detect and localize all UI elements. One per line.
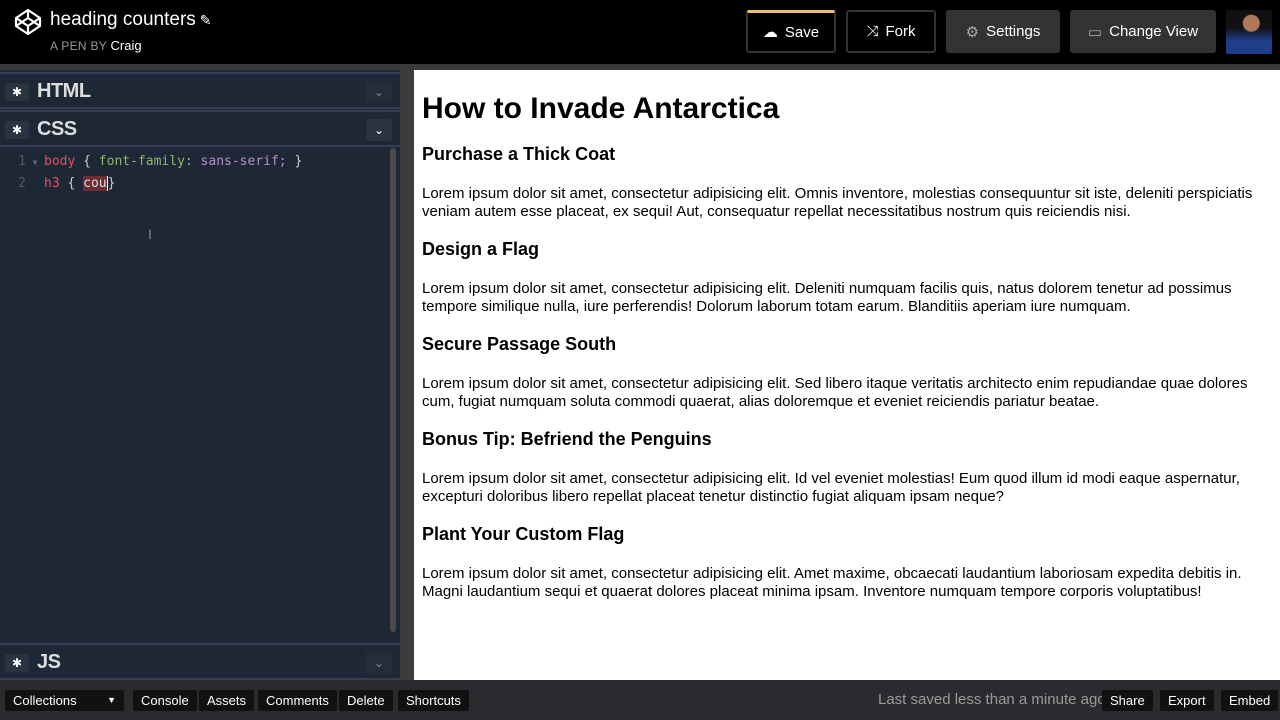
editor-scrollbar[interactable] bbox=[390, 148, 396, 632]
pen-title-text: heading counters bbox=[50, 9, 196, 30]
console-button[interactable]: Console bbox=[133, 690, 197, 711]
gear-icon[interactable]: ✱ bbox=[5, 83, 29, 101]
section-text: Lorem ipsum dolor sit amet, consectetur … bbox=[422, 185, 1253, 220]
view-icon: ▭ bbox=[1087, 23, 1103, 41]
html-panel-header[interactable]: ✱ HTML ⌄ bbox=[0, 72, 400, 109]
dropdown-arrow-icon: ▼ bbox=[107, 695, 116, 705]
property: font-family: bbox=[98, 154, 193, 169]
fork-label: Fork bbox=[885, 23, 916, 40]
brace: { bbox=[75, 154, 99, 169]
gear-icon[interactable]: ✱ bbox=[5, 654, 29, 672]
value: sans-serif; bbox=[192, 154, 287, 169]
pen-byline: A PEN BY Craig bbox=[50, 38, 142, 53]
byline-prefix: A PEN BY bbox=[50, 39, 107, 53]
brace: { bbox=[59, 176, 84, 191]
assets-button[interactable]: Assets bbox=[199, 690, 255, 711]
settings-button[interactable]: ⚙ Settings bbox=[946, 10, 1060, 53]
section-heading: Plant Your Custom Flag bbox=[422, 524, 625, 544]
section-text: Lorem ipsum dolor sit amet, consectetur … bbox=[422, 375, 1248, 410]
typed-text: cou bbox=[83, 176, 107, 191]
chevron-down-icon[interactable]: ⌄ bbox=[366, 81, 392, 103]
preview-pane: How to Invade Antarctica Purchase a Thic… bbox=[414, 70, 1280, 680]
chevron-down-icon[interactable]: ⌄ bbox=[366, 652, 392, 674]
chevron-down-icon[interactable]: ⌄ bbox=[366, 119, 392, 141]
change-view-label: Change View bbox=[1109, 23, 1199, 40]
line-number: 1 bbox=[18, 154, 26, 169]
settings-label: Settings bbox=[986, 23, 1041, 40]
js-panel-header[interactable]: ✱ JS ⌄ bbox=[0, 643, 400, 680]
selector: h3 bbox=[44, 176, 60, 191]
section-heading: Secure Passage South bbox=[422, 334, 617, 354]
line-number: 2 bbox=[18, 176, 26, 191]
panel-label-html: HTML bbox=[37, 80, 91, 102]
section-text: Lorem ipsum dolor sit amet, consectetur … bbox=[422, 470, 1240, 505]
save-label: Save bbox=[784, 23, 820, 41]
pencil-icon[interactable]: ✎ bbox=[200, 12, 212, 28]
cloud-icon: ☁ bbox=[762, 24, 778, 41]
gear-icon: ⚙ bbox=[965, 23, 980, 41]
panel-label-css: CSS bbox=[37, 118, 77, 140]
shortcuts-button[interactable]: Shortcuts bbox=[398, 690, 469, 711]
section-heading: Bonus Tip: Befriend the Penguins bbox=[422, 429, 712, 449]
panel-label-js: JS bbox=[37, 651, 61, 673]
share-button[interactable]: Share bbox=[1102, 690, 1153, 711]
comments-button[interactable]: Comments bbox=[258, 690, 337, 711]
fork-icon: ⤨ bbox=[866, 23, 879, 40]
save-button[interactable]: ☁ Save bbox=[746, 10, 836, 53]
fork-button[interactable]: ⤨ Fork bbox=[846, 10, 936, 53]
user-avatar[interactable] bbox=[1226, 10, 1272, 54]
gear-icon[interactable]: ✱ bbox=[5, 121, 29, 139]
css-editor[interactable]: 1 ▼ body { font-family: sans-serif; } 2 h3 … bbox=[0, 147, 400, 641]
fold-arrow-icon[interactable]: ▼ bbox=[26, 153, 44, 173]
brace: } bbox=[106, 176, 116, 191]
codepen-logo-icon[interactable] bbox=[14, 8, 42, 36]
selector: body bbox=[44, 154, 76, 169]
collections-dropdown[interactable]: Collections ▼ bbox=[5, 690, 124, 711]
section-text: Lorem ipsum dolor sit amet, consectetur … bbox=[422, 280, 1232, 315]
text-cursor-icon: I bbox=[148, 226, 152, 242]
author-link[interactable]: Craig bbox=[111, 38, 142, 53]
export-button[interactable]: Export bbox=[1160, 690, 1214, 711]
change-view-button[interactable]: ▭ Change View bbox=[1070, 10, 1216, 53]
section-heading: Design a Flag bbox=[422, 239, 540, 259]
top-bar: heading counters ✎ A PEN BY Craig ☁ Save ⤨… bbox=[0, 0, 1280, 64]
brace: } bbox=[286, 154, 303, 169]
code-line: 1 ▼ body { font-family: sans-serif; } bbox=[0, 152, 302, 172]
panel-resizer[interactable] bbox=[400, 70, 414, 680]
preview-title: How to Invade Antarctica bbox=[422, 92, 780, 125]
css-panel-header[interactable]: ✱ CSS ⌄ bbox=[0, 110, 400, 147]
section-text: Lorem ipsum dolor sit amet, consectetur … bbox=[422, 565, 1242, 600]
code-line: 2 h3 { cou} bbox=[0, 174, 116, 194]
save-status: Last saved less than a minute ago bbox=[878, 691, 1106, 708]
footer-bar: Collections ▼ Console Assets Comments Del… bbox=[0, 680, 1280, 720]
pen-title[interactable]: heading counters ✎ bbox=[50, 9, 212, 31]
section-heading: Purchase a Thick Coat bbox=[422, 144, 616, 164]
collections-label: Collections bbox=[13, 693, 77, 708]
delete-button[interactable]: Delete bbox=[339, 690, 393, 711]
embed-button[interactable]: Embed bbox=[1221, 690, 1279, 711]
